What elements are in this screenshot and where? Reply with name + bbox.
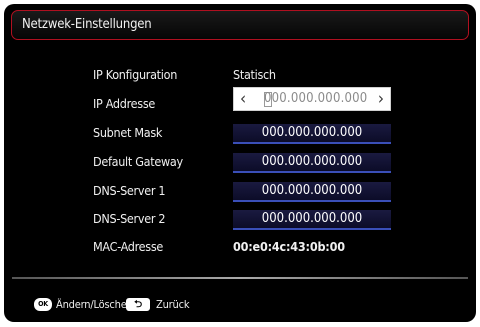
default-gateway-label: Default Gateway [93,154,183,169]
footer-divider [12,277,468,279]
subnet-mask-field[interactable]: 000.000.000.000 [233,124,391,144]
mac-address-value: 00:e0:4c:43:0b:00 [233,239,345,254]
mac-address-label: MAC-Adresse [93,239,164,254]
chevron-left-icon[interactable]: ‹ [240,89,246,109]
default-gateway-field[interactable]: 000.000.000.000 [233,153,391,173]
ok-hint-label: Ändern/Löschen [56,298,133,311]
tv-menu-screen: Netzwek-Einstellungen IP Konfiguration S… [4,4,476,322]
ip-address-input[interactable]: ‹ 000.000.000.000 › [233,87,391,111]
chevron-right-icon[interactable]: › [378,89,384,109]
ok-key-icon[interactable]: OK [34,298,52,311]
page-title: Netzwek-Einstellungen [22,17,152,32]
dns-server-2-field[interactable]: 000.000.000.000 [233,210,391,230]
title-bar: Netzwek-Einstellungen [11,10,469,40]
footer-hints: OK Ändern/Löschen ⮌ Zurück [34,296,334,314]
dns-server-2-label: DNS-Server 2 [93,211,166,226]
dns-server-1-field[interactable]: 000.000.000.000 [233,182,391,202]
subnet-mask-label: Subnet Mask [93,125,163,140]
ip-config-label: IP Konfiguration [93,67,178,82]
dns-server-1-label: DNS-Server 1 [93,183,166,198]
ip-address-value: 000.000.000.000 [264,91,368,106]
ip-address-label: IP Addresse [93,96,156,111]
back-key-icon[interactable]: ⮌ [126,298,150,311]
ip-config-value[interactable]: Statisch [233,67,276,82]
back-hint-label: Zurück [156,298,190,311]
